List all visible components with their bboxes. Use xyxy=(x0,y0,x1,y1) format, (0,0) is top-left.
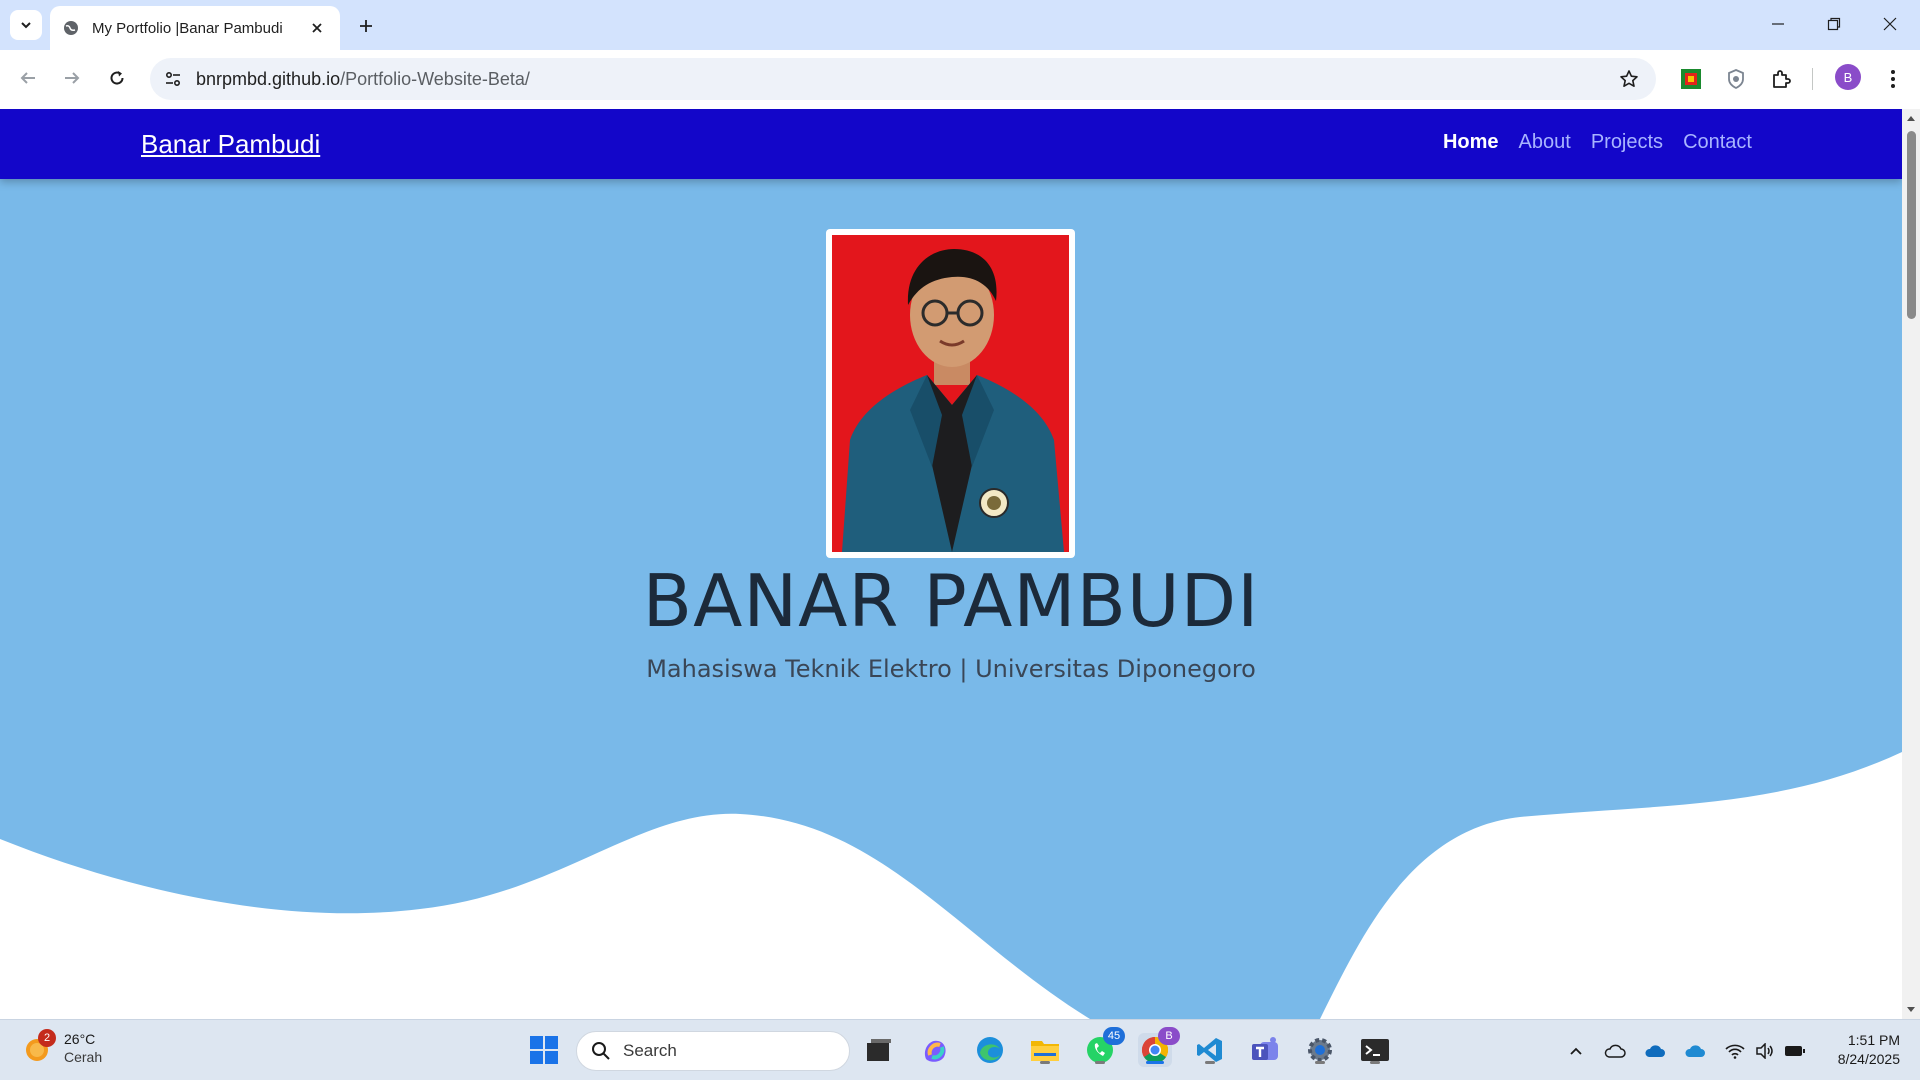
search-icon xyxy=(592,1042,610,1060)
forward-button[interactable] xyxy=(54,60,90,96)
profile-avatar[interactable]: B xyxy=(1835,64,1861,90)
tab-active[interactable]: My Portfolio |Banar Pambudi xyxy=(50,6,340,50)
weather-widget[interactable]: 2 26°C Cerah xyxy=(24,1029,103,1066)
new-tab-button[interactable] xyxy=(352,12,380,40)
weather-temperature: 26°C xyxy=(64,1031,96,1047)
running-indicator xyxy=(1095,1061,1105,1064)
scroll-thumb[interactable] xyxy=(1907,131,1916,319)
scroll-down-arrow-icon[interactable] xyxy=(1906,1005,1916,1015)
restore-icon xyxy=(1827,17,1841,31)
nav-projects-link[interactable]: Projects xyxy=(1591,131,1663,154)
weather-sun-icon: 2 xyxy=(24,1029,56,1063)
settings-gear-icon[interactable] xyxy=(1303,1033,1337,1067)
onedrive-business-icon[interactable] xyxy=(1682,1038,1708,1064)
restore-button[interactable] xyxy=(1806,0,1862,48)
system-clock[interactable]: 1:51 PM 8/24/2025 xyxy=(1800,1031,1900,1069)
scroll-up-arrow-icon[interactable] xyxy=(1906,113,1916,123)
close-icon xyxy=(1883,17,1897,31)
browser-toolbar: bnrpmbd.github.io/Portfolio-Website-Beta… xyxy=(0,50,1920,109)
volume-icon[interactable] xyxy=(1752,1038,1778,1064)
taskbar-search[interactable]: Search xyxy=(576,1031,850,1071)
profile-photo xyxy=(832,235,1069,552)
running-indicator xyxy=(1370,1061,1380,1064)
task-view-icon[interactable] xyxy=(862,1033,896,1067)
hero-name: BANAR PAMBUDI xyxy=(642,559,1260,643)
running-indicator xyxy=(1205,1061,1215,1064)
site-menu: Home About Projects Contact xyxy=(1443,131,1752,154)
chrome-icon[interactable]: B xyxy=(1138,1027,1180,1067)
minimize-icon xyxy=(1772,23,1784,25)
cloud-outline-icon[interactable] xyxy=(1602,1038,1628,1064)
clock-date: 8/24/2025 xyxy=(1837,1051,1900,1067)
onedrive-icon[interactable] xyxy=(1642,1038,1668,1064)
tab-search-button[interactable] xyxy=(10,10,42,40)
windows-logo-icon xyxy=(530,1036,558,1064)
tab-strip: My Portfolio |Banar Pambudi xyxy=(0,0,1920,50)
file-explorer-icon[interactable] xyxy=(1028,1033,1062,1067)
site-navbar: Banar Pambudi Home About Projects Contac… xyxy=(0,109,1902,179)
site-settings-icon[interactable] xyxy=(162,68,184,90)
minimize-button[interactable] xyxy=(1750,0,1806,48)
plus-icon xyxy=(360,20,372,32)
close-window-button[interactable] xyxy=(1862,0,1918,48)
show-hidden-icons-chevron-icon[interactable] xyxy=(1563,1038,1589,1064)
extension-flag-icon[interactable] xyxy=(1676,64,1706,94)
vscode-icon[interactable] xyxy=(1193,1033,1227,1067)
url-path: /Portfolio-Website-Beta/ xyxy=(340,68,530,89)
more-menu-icon[interactable] xyxy=(1878,64,1908,94)
reload-icon xyxy=(110,71,124,85)
running-indicator xyxy=(1315,1061,1325,1064)
bookmark-star-icon[interactable] xyxy=(1618,68,1640,90)
extensions-puzzle-icon[interactable] xyxy=(1766,64,1796,94)
weather-condition: Cerah xyxy=(64,1049,103,1065)
start-button[interactable] xyxy=(527,1033,561,1067)
url-text: bnrpmbd.github.io/Portfolio-Website-Beta… xyxy=(196,69,530,90)
edge-icon[interactable] xyxy=(973,1033,1007,1067)
close-tab-icon[interactable] xyxy=(306,17,328,39)
extension-shield-icon[interactable] xyxy=(1721,64,1751,94)
url-host: bnrpmbd.github.io xyxy=(196,68,341,89)
teams-icon[interactable] xyxy=(1248,1033,1282,1067)
page-viewport: Banar Pambudi Home About Projects Contac… xyxy=(0,109,1902,1019)
hero-subtitle: Mahasiswa Teknik Elektro | Universitas D… xyxy=(646,655,1256,683)
nav-about-link[interactable]: About xyxy=(1519,131,1571,154)
clock-time: 1:51 PM xyxy=(1847,1032,1900,1048)
back-button[interactable] xyxy=(10,60,46,96)
whatsapp-badge: 45 xyxy=(1103,1027,1125,1045)
reload-button[interactable] xyxy=(99,60,135,96)
active-indicator xyxy=(1146,1061,1164,1064)
globe-icon xyxy=(62,19,80,37)
taskbar-search-label: Search xyxy=(623,1041,677,1060)
tab-title: My Portfolio |Banar Pambudi xyxy=(92,19,283,37)
chrome-profile-badge: B xyxy=(1158,1027,1180,1045)
running-indicator xyxy=(1040,1061,1050,1064)
weather-badge: 2 xyxy=(38,1029,56,1047)
chevron-down-icon xyxy=(21,22,31,29)
brand-link[interactable]: Banar Pambudi xyxy=(141,129,320,160)
arrow-left-icon xyxy=(20,72,35,84)
copilot-icon[interactable] xyxy=(918,1033,952,1067)
whatsapp-icon[interactable]: 45 xyxy=(1083,1027,1125,1067)
page-scrollbar[interactable] xyxy=(1902,109,1920,1019)
nav-home-link[interactable]: Home xyxy=(1443,131,1499,154)
terminal-icon[interactable] xyxy=(1358,1033,1392,1067)
toolbar-separator xyxy=(1812,68,1813,90)
nav-contact-link[interactable]: Contact xyxy=(1683,131,1752,154)
profile-photo-frame xyxy=(826,229,1075,558)
windows-taskbar: 2 26°C Cerah Search 45 B 1:51 PM 8/24/20… xyxy=(0,1019,1920,1080)
address-bar[interactable]: bnrpmbd.github.io/Portfolio-Website-Beta… xyxy=(150,58,1656,100)
arrow-right-icon xyxy=(65,72,80,84)
browser-chrome: My Portfolio |Banar Pambudi bnrpmbd.gith… xyxy=(0,0,1920,109)
wifi-icon[interactable] xyxy=(1722,1038,1748,1064)
